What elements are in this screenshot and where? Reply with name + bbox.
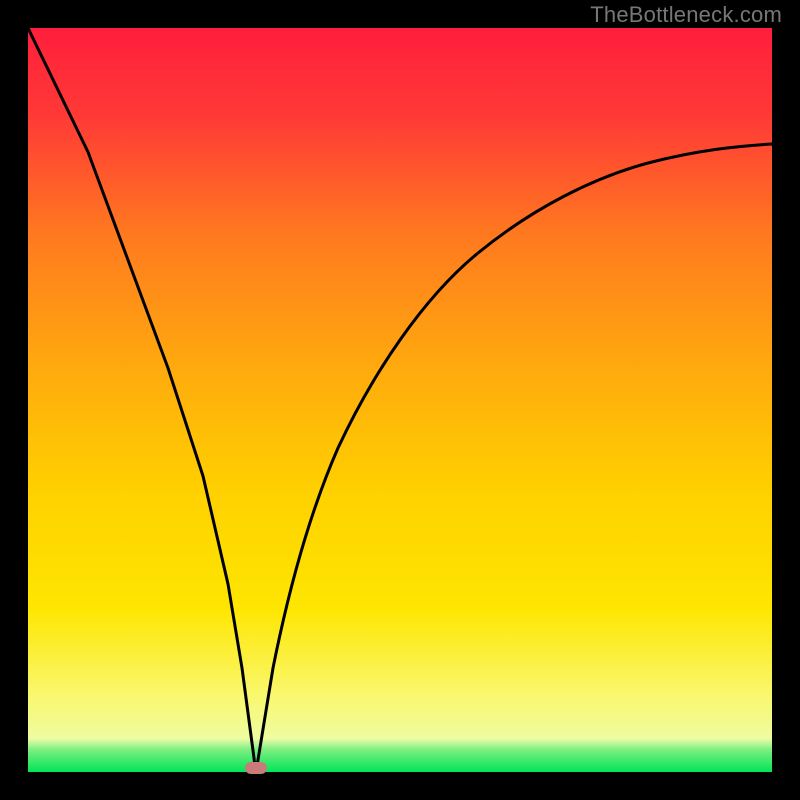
gradient-background <box>28 28 772 772</box>
plot-area <box>28 28 772 772</box>
chart-svg <box>28 28 772 772</box>
watermark-text: TheBottleneck.com <box>590 2 782 28</box>
chart-container: TheBottleneck.com <box>0 0 800 800</box>
optimal-point-marker <box>245 762 267 774</box>
